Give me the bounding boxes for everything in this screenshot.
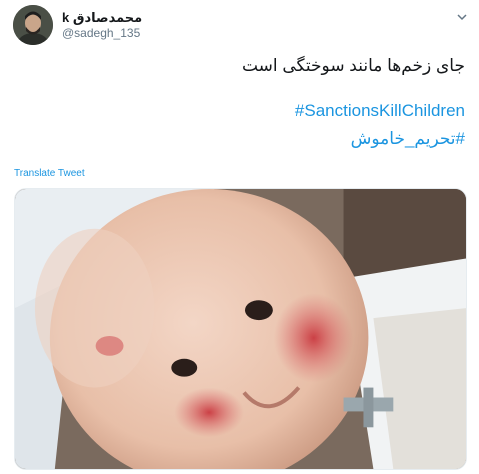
tweet-photo[interactable] [14, 188, 467, 470]
hashtag-link-fa[interactable]: #تحریم_خاموش [351, 129, 465, 149]
translate-tweet-link[interactable]: Translate Tweet [14, 168, 85, 179]
chevron-down-icon[interactable] [455, 10, 469, 24]
avatar[interactable] [13, 5, 53, 45]
author-name-text[interactable]: محمدصادق k [62, 10, 142, 26]
author-handle[interactable]: @sadegh_135 [62, 26, 140, 40]
tweet-card: محمدصادق k @sadegh_135 جای زخم‌ها مانند … [0, 0, 479, 474]
author-name[interactable]: محمدصادق k [62, 10, 142, 26]
hashtag-link-en[interactable]: #SanctionsKillChildren [295, 101, 465, 121]
tweet-text: جای زخم‌ها مانند سوختگی است [241, 56, 465, 75]
